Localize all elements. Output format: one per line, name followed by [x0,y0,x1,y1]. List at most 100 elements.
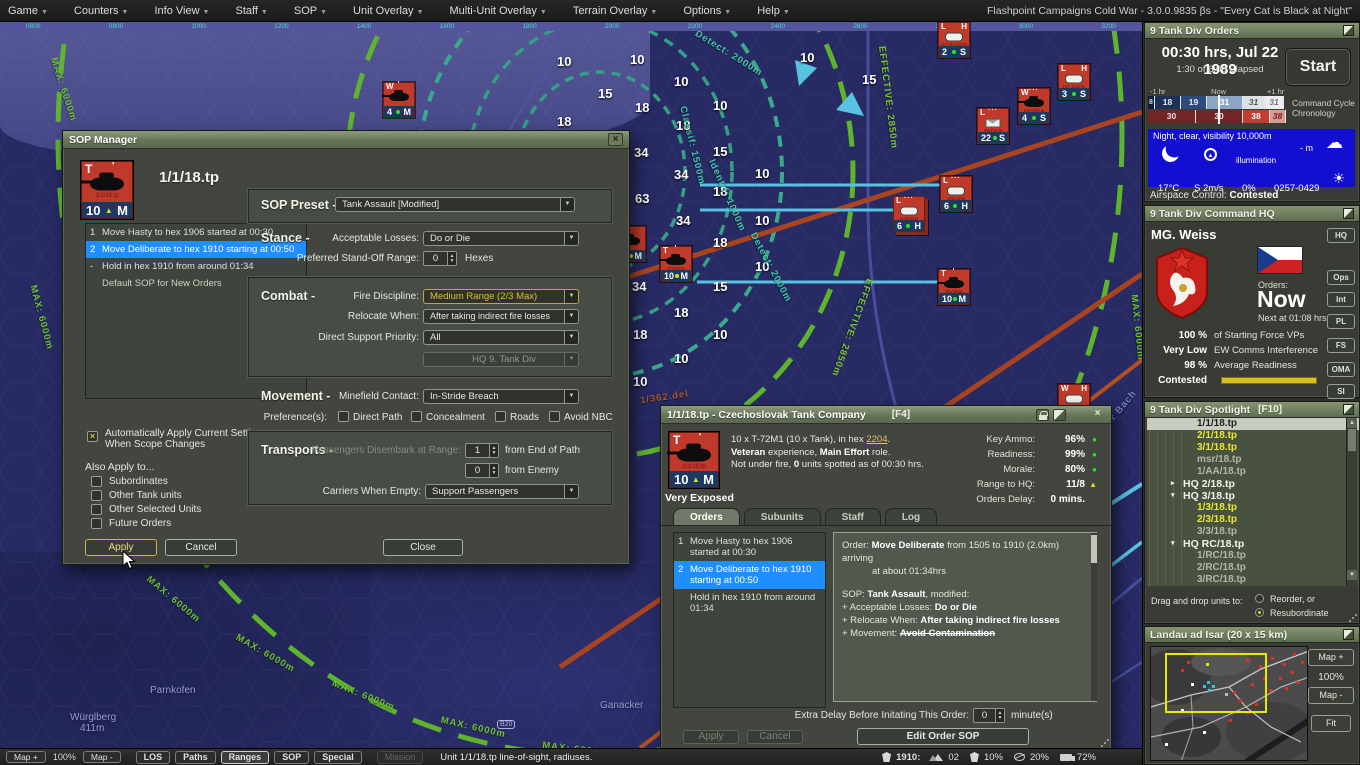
minimap-image[interactable] [1150,646,1308,761]
menu-item[interactable]: Unit Overlay ▼ [353,5,423,17]
direct-path-checkbox[interactable] [338,411,349,422]
detail-scrollbar[interactable] [1091,533,1097,701]
statusbar-button[interactable]: 100% [51,752,78,762]
close-icon[interactable]: × [608,133,623,146]
fire-discipline-dropdown[interactable]: Medium Range (2/3 Max) [423,289,579,304]
statusbar-button[interactable]: Ranges [220,750,270,764]
menu-item[interactable]: Help ▼ [757,5,790,17]
tab[interactable]: Subunits [743,508,821,526]
unit-order-list[interactable]: 1 Move Hasty to hex 1906 started at 00:30… [673,532,826,708]
unit-counter[interactable]: L ··· 1/18.spw 6H [893,195,925,232]
disembark-stepper[interactable]: 1 ▲ ▼ [465,443,499,458]
popout-icon[interactable] [1053,408,1066,421]
minimap-zoom-in-button[interactable]: Map + [1308,649,1354,666]
unit-tree-item[interactable]: 1/RC/18.tp [1147,550,1359,562]
sop-preset-dropdown[interactable]: Tank Assault [Modified] [335,197,575,212]
menu-item[interactable]: Options ▼ [683,5,731,17]
hq-side-button[interactable]: HQ [1327,228,1355,243]
carriers-dropdown[interactable]: Support Passengers [425,484,579,499]
tree-scrollbar[interactable]: ▲ ▼ [1346,418,1357,586]
orders-panel-header[interactable]: 9 Tank Div Orders [1145,23,1359,39]
hex-link[interactable]: 2204 [866,434,887,445]
scrollbar-thumb[interactable] [1091,535,1097,563]
unit-tree-item[interactable]: 2/3/18.tp [1147,514,1359,526]
sop-manager-titlebar[interactable]: SOP Manager × [63,131,629,149]
close-button[interactable]: Close [383,539,463,556]
standoff-range-stepper[interactable]: 0 ▲ ▼ [423,251,457,266]
unit-tree-item[interactable]: 1/AA/18.tp [1147,466,1359,478]
popout-icon[interactable] [1343,25,1354,36]
statusbar-button[interactable]: Mission [376,750,424,764]
unit-counter[interactable]: T ' 3/1/18.tp 10 M [937,268,970,305]
hq-side-button[interactable]: Int [1327,292,1355,307]
avoid-nbc-checkbox[interactable] [549,411,560,422]
unit-dialog-titlebar[interactable]: 1/1/18.tp - Czechoslovak Tank Company [F… [661,406,1111,424]
scroll-down-icon[interactable]: ▼ [1347,570,1357,580]
order-list-item[interactable]: 2 Move Deliberate to hex 1910 starting at… [674,561,825,589]
unit-tree[interactable]: 1/1/18.tp 2/1/18.tp 3/1/18.tp msr/18.tp 1/AA… [1147,418,1359,586]
menu-item[interactable]: Terrain Overlay ▼ [573,5,658,17]
tree-expander-icon[interactable]: ▾ [1171,538,1175,550]
relocate-when-dropdown[interactable]: After taking indirect fire losses [423,309,579,324]
apply-button[interactable]: Apply [85,539,157,556]
tab[interactable]: Orders [673,508,740,526]
menu-item[interactable]: Staff ▼ [235,5,267,17]
menu-item[interactable]: Multi-Unit Overlay ▼ [450,5,547,17]
lock-icon[interactable] [1036,408,1049,421]
hq-side-button[interactable]: Ops [1327,270,1355,285]
unit-tree-item[interactable]: msr/18.tp [1147,454,1359,466]
unit-counter[interactable]: W ' 4M [382,81,415,118]
statusbar-button[interactable]: Map + [6,751,46,763]
auto-apply-checkbox[interactable]: × [87,431,98,442]
unit-tree-item[interactable]: 3/1/18.tp [1147,442,1359,454]
concealment-checkbox[interactable] [411,411,422,422]
start-button[interactable]: Start [1285,48,1351,86]
resize-grip[interactable] [1100,738,1109,747]
enemy-range-stepper[interactable]: 0 ▲ ▼ [465,463,499,478]
unit-tree-item[interactable]: ▾ HQ 3/18.tp [1147,490,1359,502]
future-orders-checkbox[interactable] [91,518,102,529]
menu-item[interactable]: Info View ▼ [154,5,209,17]
statusbar-button[interactable]: Paths [175,750,216,764]
unit-counter[interactable]: L H HQ 1/18.tp 3S [1058,64,1090,100]
minimap-panel-header[interactable]: Landau ad Isar (20 x 15 km) [1145,627,1359,643]
order-list-item[interactable]: Hold in hex 1910 from around 01:34 [674,589,825,617]
unit-tree-item[interactable]: 2/RC/18.tp [1147,562,1359,574]
unit-tree-item[interactable]: ▸ HQ 2/18.tp [1147,478,1359,490]
cancel-button[interactable]: Cancel [165,539,237,556]
statusbar-button[interactable]: SOP [274,750,310,764]
direct-support-dropdown[interactable]: All [423,330,579,345]
hq-side-button[interactable]: SI [1327,384,1355,399]
other-tank-units-checkbox[interactable] [91,490,102,501]
menu-item[interactable]: SOP ▼ [294,5,327,17]
spotlight-panel-header[interactable]: 9 Tank Div Spotlight [F10] [1145,402,1359,418]
unit-counter[interactable]: L ··· msr/18.tp 22 S [977,107,1009,144]
scrollbar-thumb[interactable] [1348,429,1356,451]
resize-grip[interactable] [1348,613,1357,622]
minimap-fit-button[interactable]: Fit [1311,715,1351,732]
unit-counter[interactable]: W ··· 1/AA/18.tp 4S [1017,87,1050,124]
close-icon[interactable]: × [1090,408,1105,421]
unit-counter[interactable]: L H HQ RC/18.tp 2S [938,22,970,58]
minefield-contact-dropdown[interactable]: In-Stride Breach [423,389,579,404]
viewport-rectangle[interactable] [1165,653,1267,713]
tree-expander-icon[interactable]: ▾ [1171,490,1175,502]
hq-side-button[interactable]: FS [1327,338,1355,353]
statusbar-button[interactable]: Map - [82,751,121,763]
reorder-radio[interactable] [1255,594,1264,603]
tab[interactable]: Staff [824,508,881,526]
roads-checkbox[interactable] [495,411,506,422]
menu-item[interactable]: Counters ▼ [74,5,129,17]
popout-icon[interactable] [1343,404,1354,415]
unit-tree-item[interactable]: 1/3/18.tp [1147,502,1359,514]
other-selected-units-checkbox[interactable] [91,504,102,515]
edit-order-sop-button[interactable]: Edit Order SOP [857,728,1029,745]
resubordinate-radio[interactable] [1255,608,1264,617]
extra-delay-stepper[interactable]: 0 ▲ ▼ [973,708,1005,723]
subordinates-checkbox[interactable] [91,476,102,487]
hq-side-button[interactable]: PL [1327,314,1355,329]
hq-side-button[interactable]: OMA [1327,362,1355,377]
tab[interactable]: Log [884,508,938,526]
unit-tree-item[interactable]: 3/RC/18.tp [1147,574,1359,586]
minimap-zoom-out-button[interactable]: Map - [1308,687,1354,704]
